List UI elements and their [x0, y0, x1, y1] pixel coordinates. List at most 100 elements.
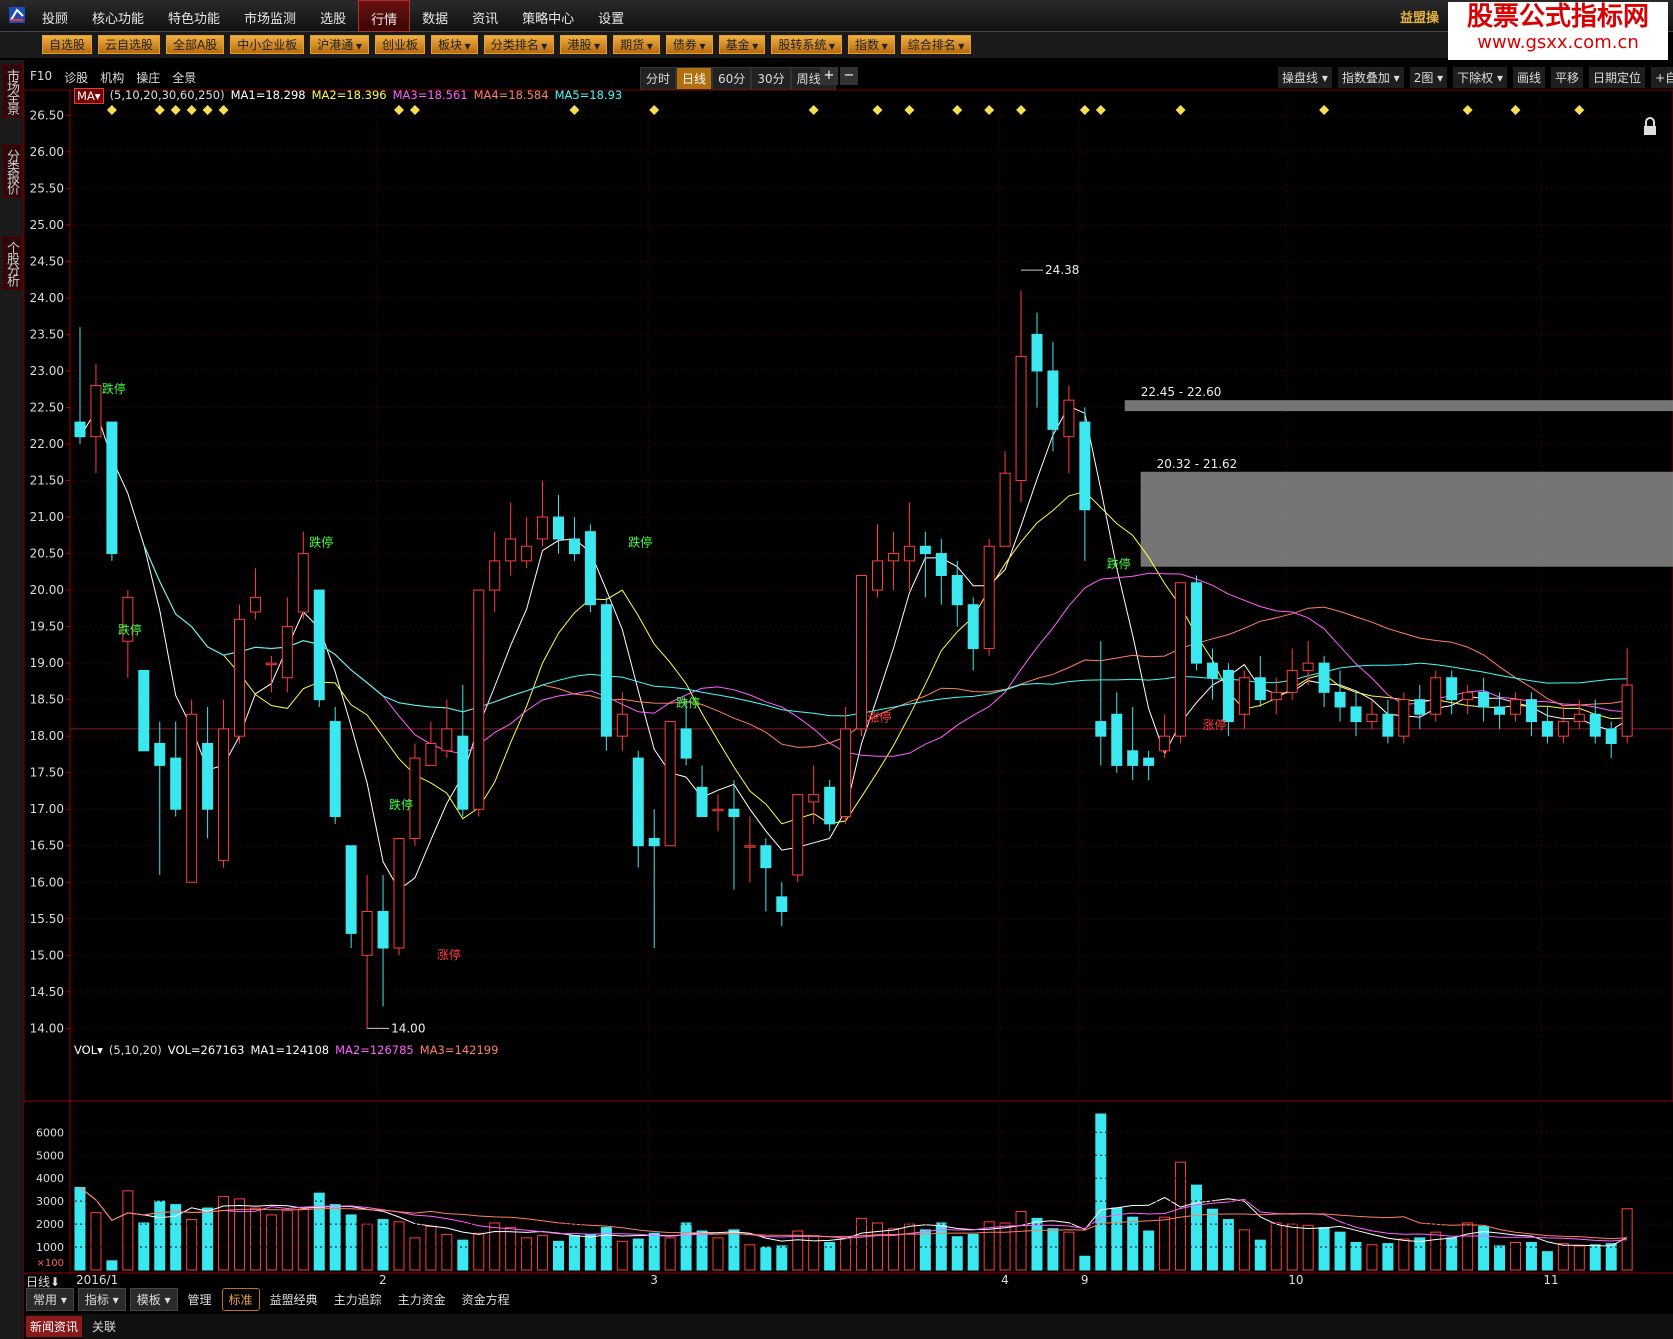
candle-body[interactable]	[1350, 706, 1362, 723]
news-tab[interactable]: 新闻资讯	[26, 1316, 83, 1337]
kline-chart[interactable]: 26.50 26.00 25.50 25.00 24.50 24.00 23.50 23.00…	[24, 60, 1673, 1285]
candle-body[interactable]	[425, 742, 437, 766]
candle-body[interactable]	[584, 531, 596, 606]
quick-button[interactable]: 港股	[560, 35, 608, 54]
candle-body[interactable]	[1430, 677, 1442, 715]
indicator-tab[interactable]: 标准	[221, 1287, 260, 1311]
candle-body[interactable]	[313, 589, 325, 701]
quick-button[interactable]: 创业板	[374, 35, 425, 54]
candle-body[interactable]	[1605, 728, 1617, 744]
candle-body[interactable]	[1206, 662, 1218, 679]
indicator-tab[interactable]: 主力资金	[392, 1289, 452, 1310]
candle-body[interactable]	[537, 516, 549, 540]
menu-item[interactable]: 市场监测	[232, 0, 308, 32]
candle-body[interactable]	[1462, 691, 1474, 701]
menu-item[interactable]: 特色功能	[156, 0, 232, 32]
candle-body[interactable]	[1334, 691, 1346, 708]
quick-button[interactable]: 云自选股	[98, 35, 161, 54]
candle-body[interactable]	[1079, 421, 1091, 511]
candle-body[interactable]	[760, 845, 772, 869]
candle-body[interactable]	[1254, 677, 1266, 701]
menu-item[interactable]: 核心功能	[80, 0, 156, 32]
quick-button[interactable]: 期货	[613, 35, 660, 54]
candle-body[interactable]	[1318, 662, 1330, 693]
candle-body[interactable]	[361, 910, 373, 956]
candle-body[interactable]	[377, 910, 389, 949]
candle-body[interactable]	[887, 553, 899, 562]
candle-body[interactable]	[218, 728, 230, 861]
quick-button[interactable]: 板块	[431, 35, 478, 54]
candle-body[interactable]	[951, 574, 963, 606]
candle-body[interactable]	[1446, 677, 1458, 701]
candle-body[interactable]	[138, 669, 150, 752]
candle-body[interactable]	[1494, 706, 1506, 715]
news-tab[interactable]: 关联	[92, 1318, 116, 1335]
candle-body[interactable]	[1238, 677, 1250, 715]
candle-body[interactable]	[1414, 699, 1426, 715]
candle-body[interactable]	[1573, 713, 1585, 723]
menu-item[interactable]: 数据	[410, 0, 460, 32]
quick-button[interactable]: 中小企业板	[230, 35, 305, 54]
candle-body[interactable]	[935, 553, 947, 576]
candle-body[interactable]	[553, 516, 564, 540]
candle-body[interactable]	[345, 845, 357, 934]
indicator-tab[interactable]: 益盟经典	[264, 1289, 324, 1310]
candle-body[interactable]	[680, 728, 692, 759]
candle-body[interactable]	[202, 742, 214, 810]
indicator-tab[interactable]: 常用 ▾	[26, 1287, 74, 1311]
candle-body[interactable]	[265, 662, 277, 666]
quick-button[interactable]: 沪港通	[310, 35, 369, 54]
candle-body[interactable]	[1525, 699, 1537, 723]
side-tab[interactable]: 个股分析	[2, 236, 22, 290]
candle-body[interactable]	[1557, 721, 1569, 737]
side-tab[interactable]: 市场全景	[2, 64, 22, 118]
candle-body[interactable]	[1015, 355, 1027, 482]
candle-body[interactable]	[505, 538, 517, 562]
candle-body[interactable]	[856, 574, 868, 730]
candle-body[interactable]	[648, 837, 660, 847]
candle-body[interactable]	[297, 553, 309, 613]
candle-body[interactable]	[840, 728, 852, 818]
candle-body[interactable]	[249, 596, 261, 613]
menu-item[interactable]: 设置	[586, 0, 636, 32]
candle-body[interactable]	[600, 604, 612, 737]
menu-item[interactable]: 资讯	[460, 0, 510, 32]
candle-body[interactable]	[903, 545, 915, 562]
candle-body[interactable]	[616, 713, 628, 737]
candle-body[interactable]	[1478, 691, 1490, 708]
candle-body[interactable]	[1621, 684, 1633, 737]
candle-body[interactable]	[1382, 713, 1394, 737]
indicator-tab[interactable]: 指标 ▾	[77, 1287, 126, 1311]
menu-item[interactable]: 投顾	[30, 0, 80, 32]
candle-body[interactable]	[1191, 582, 1202, 664]
candle-body[interactable]	[74, 421, 86, 438]
indicator-tab[interactable]: 资金方程	[456, 1289, 516, 1310]
candle-body[interactable]	[1095, 721, 1107, 737]
candle-body[interactable]	[967, 604, 979, 650]
candle-body[interactable]	[1047, 370, 1059, 430]
candle-body[interactable]	[919, 545, 931, 555]
candle-body[interactable]	[744, 845, 756, 848]
candle-body[interactable]	[872, 560, 883, 591]
candle-body[interactable]	[728, 808, 740, 818]
candle-body[interactable]	[983, 545, 995, 650]
quick-button[interactable]: 指数	[848, 35, 895, 54]
candle-body[interactable]	[664, 721, 676, 847]
quick-button[interactable]: 债券	[665, 35, 713, 54]
indicator-tab[interactable]: 主力追踪	[328, 1289, 388, 1310]
candle-body[interactable]	[999, 472, 1011, 547]
menu-item[interactable]: 行情	[358, 0, 411, 32]
menu-item[interactable]: 选股	[308, 0, 358, 32]
candle-body[interactable]	[90, 385, 102, 438]
candle-body[interactable]	[1270, 691, 1282, 701]
candle-body[interactable]	[1366, 713, 1378, 723]
candle-body[interactable]	[154, 742, 166, 766]
candle-body[interactable]	[792, 794, 804, 876]
candle-body[interactable]	[186, 713, 198, 883]
candle-body[interactable]	[1541, 721, 1553, 737]
candle-body[interactable]	[393, 837, 405, 949]
candle-body[interactable]	[1302, 662, 1314, 671]
candle-body[interactable]	[329, 721, 341, 818]
candle-body[interactable]	[824, 786, 836, 825]
quick-button[interactable]: 股转系统	[771, 35, 843, 54]
